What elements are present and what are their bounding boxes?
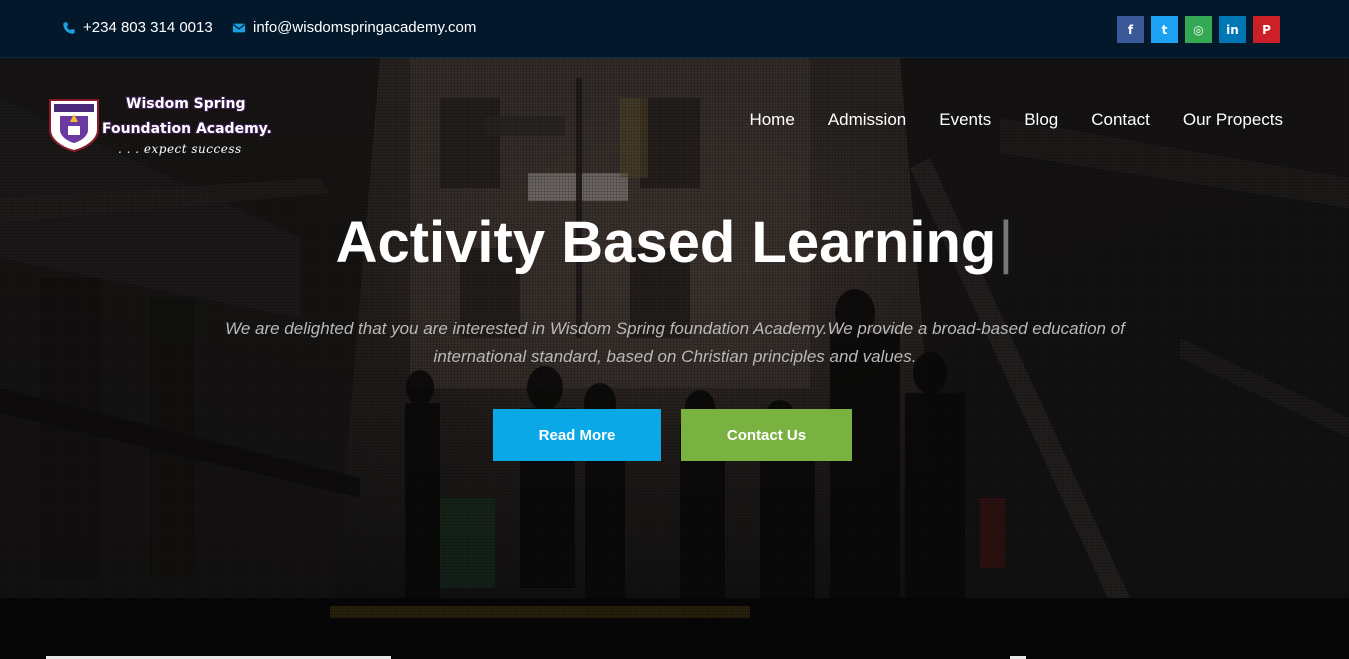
phone-number: +234 803 314 0013	[83, 19, 213, 36]
instagram-icon: ◎	[1193, 22, 1204, 37]
logo-name-line2: Foundation Academy.	[102, 121, 272, 137]
facebook-icon: f	[1127, 22, 1134, 37]
email-address: info@wisdomspringacademy.com	[253, 19, 477, 36]
envelope-icon	[232, 23, 246, 32]
typing-cursor: |	[998, 210, 1014, 275]
facebook-link[interactable]: f	[1117, 16, 1144, 43]
logo-name-line1: Wisdom Spring	[126, 96, 246, 112]
hero-subtitle: We are delighted that you are interested…	[225, 319, 1125, 366]
contact-us-button[interactable]: Contact Us	[681, 409, 852, 461]
pinterest-link[interactable]: P	[1253, 16, 1280, 43]
phone-contact[interactable]: +234 803 314 0013	[62, 19, 213, 36]
academy-crest-icon	[49, 99, 99, 152]
nav-item-home[interactable]: Home	[749, 110, 794, 130]
nav-item-our-propects[interactable]: Our Propects	[1183, 110, 1283, 130]
nav-item-events[interactable]: Events	[939, 110, 991, 130]
twitter-icon: t	[1161, 22, 1168, 37]
hero-headline-text: Activity Based Learning	[335, 210, 997, 275]
main-nav: Home Admission Events Blog Contact Our P…	[749, 110, 1283, 130]
instagram-link[interactable]: ◎	[1185, 16, 1212, 43]
read-more-button[interactable]: Read More	[493, 409, 661, 461]
nav-item-blog[interactable]: Blog	[1024, 110, 1058, 130]
nav-item-admission[interactable]: Admission	[828, 110, 906, 130]
top-bar: +234 803 314 0013 info@wisdomspringacade…	[0, 0, 1349, 58]
email-contact[interactable]: info@wisdomspringacademy.com	[232, 19, 476, 36]
linkedin-link[interactable]: in	[1219, 16, 1246, 43]
hero-headline: Activity Based Learning|	[0, 209, 1349, 276]
logo-tagline: . . . expect success	[118, 142, 242, 156]
social-links: f t ◎ in P	[1117, 16, 1280, 43]
twitter-link[interactable]: t	[1151, 16, 1178, 43]
pinterest-icon: P	[1262, 22, 1271, 37]
phone-icon	[63, 21, 75, 34]
nav-item-contact[interactable]: Contact	[1091, 110, 1150, 130]
linkedin-icon: in	[1226, 22, 1239, 37]
site-logo[interactable]: Wisdom Spring Foundation Academy. . . . …	[46, 96, 272, 158]
